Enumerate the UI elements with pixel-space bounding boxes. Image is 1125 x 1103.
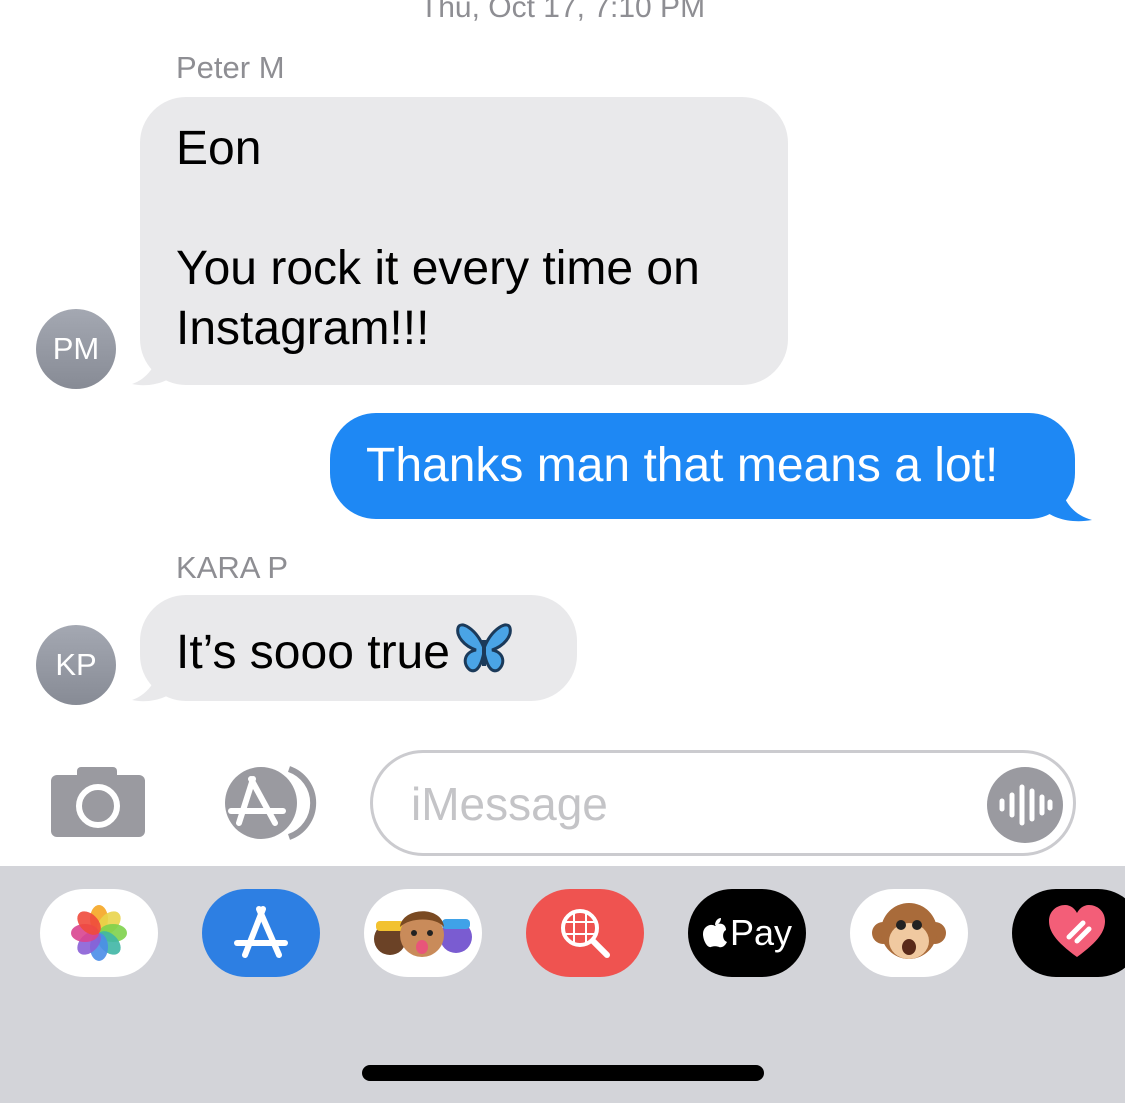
sender-name: KARA P: [176, 550, 288, 585]
audio-message-button[interactable]: [987, 767, 1063, 843]
memoji-stickers-icon: [374, 911, 472, 957]
app-store-icon: [234, 906, 288, 958]
message-line: Eon: [176, 122, 262, 175]
audio-waveform-icon: [999, 784, 1053, 826]
message-line: [176, 179, 752, 239]
message-placeholder: iMessage: [411, 778, 608, 830]
message-input[interactable]: iMessage: [370, 750, 1076, 856]
apple-pay-label: Pay: [729, 912, 793, 953]
message-line: You rock it every time on: [176, 242, 700, 295]
sender-name: Peter M: [176, 50, 285, 85]
message-text: It’s sooo true: [176, 626, 450, 679]
conversation-timestamp: Thu, Oct 17, 7:10 PM: [419, 0, 706, 24]
digital-touch-icon: [1049, 905, 1105, 957]
message-bubble-outgoing[interactable]: Thanks man that means a lot!: [330, 413, 1075, 519]
message-bubble-incoming[interactable]: Eon You rock it every time on Instagram!…: [140, 97, 788, 385]
photos-icon: [71, 905, 127, 961]
message-bubble-incoming[interactable]: It’s sooo true: [140, 595, 577, 701]
avatar[interactable]: KP: [36, 625, 116, 705]
app-drawer-app-store[interactable]: [202, 889, 320, 977]
butterfly-icon: [456, 623, 512, 673]
app-drawer-digital-touch[interactable]: [1012, 889, 1125, 977]
home-indicator[interactable]: [362, 1065, 764, 1081]
avatar[interactable]: PM: [36, 309, 116, 389]
apple-pay-icon: [702, 918, 727, 948]
camera-icon[interactable]: [51, 767, 147, 839]
app-drawer: Pay: [0, 866, 1125, 1103]
app-drawer-animoji[interactable]: [850, 889, 968, 977]
image-search-icon: [561, 909, 610, 958]
app-store-icon[interactable]: [209, 765, 319, 841]
app-drawer-apple-pay[interactable]: Pay: [688, 889, 806, 977]
app-drawer-photos[interactable]: [40, 889, 158, 977]
message-line: Instagram!!!: [176, 302, 430, 355]
app-drawer-memoji[interactable]: [364, 889, 482, 977]
app-drawer-image-search[interactable]: [526, 889, 644, 977]
animoji-icon: [872, 903, 946, 959]
